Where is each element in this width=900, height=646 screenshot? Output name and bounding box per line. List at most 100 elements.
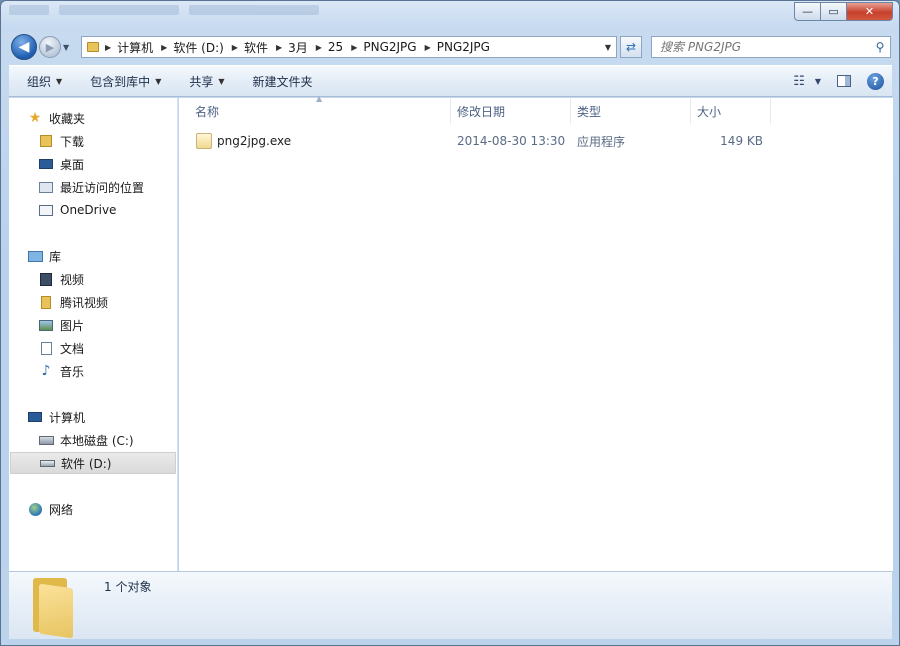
breadcrumb-drive-d[interactable]: 软件 (D:) — [169, 37, 229, 57]
sidebar-item-recent-places[interactable]: 最近访问的位置 — [38, 176, 144, 198]
chevron-right-icon[interactable]: ▶ — [423, 43, 433, 52]
sidebar-label: 下载 — [60, 134, 85, 149]
breadcrumb-png2jpg-parent[interactable]: PNG2JPG — [359, 37, 422, 57]
system-drive-icon — [38, 433, 54, 447]
sidebar-label: 库 — [49, 249, 62, 264]
sidebar-label: 最近访问的位置 — [60, 180, 145, 195]
search-box: ⚲ — [651, 36, 891, 58]
folder-icon — [31, 576, 79, 639]
column-header-name[interactable]: 名称 — [189, 98, 451, 124]
breadcrumb-25[interactable]: 25 — [324, 37, 349, 57]
sidebar-computer[interactable]: 计算机 — [27, 406, 85, 428]
sidebar-favorites[interactable]: ★ 收藏夹 — [27, 107, 85, 129]
chevron-down-icon: ▼ — [56, 76, 63, 86]
sidebar-label: 音乐 — [60, 364, 85, 379]
new-folder-button[interactable]: 新建文件夹 — [235, 66, 323, 96]
application-icon — [196, 133, 212, 149]
file-row[interactable]: png2jpg.exe 2014-08-30 13:30 应用程序 149 KB — [191, 131, 781, 151]
sidebar-item-drive-d[interactable]: 软件 (D:) — [10, 452, 176, 474]
network-globe-icon — [27, 502, 43, 516]
ghost-taskbar-tabs — [9, 5, 319, 19]
sidebar-label: 网络 — [49, 502, 74, 517]
breadcrumb-march[interactable]: 3月 — [284, 37, 314, 57]
star-icon: ★ — [28, 110, 42, 126]
window-controls: — ▭ ✕ — [794, 2, 893, 21]
sidebar-item-pictures[interactable]: 图片 — [38, 314, 84, 336]
chevron-right-icon[interactable]: ▶ — [159, 43, 169, 52]
sidebar-item-tencent-video[interactable]: 腾讯视频 — [38, 291, 108, 313]
organize-label: 组织 — [27, 74, 52, 89]
navigation-row: ◀ ▶ ▼ ▶ 计算机 ▶ 软件 (D:) ▶ 软件 ▶ 3月 ▶ 25 ▶ P… — [1, 31, 899, 63]
chevron-right-icon[interactable]: ▶ — [230, 43, 240, 52]
search-icon[interactable]: ⚲ — [870, 40, 890, 54]
item-count: 1 个对象 — [104, 580, 152, 594]
column-label: 修改日期 — [457, 104, 506, 119]
share-menu[interactable]: 共享 ▼ — [171, 66, 234, 96]
forward-button[interactable]: ▶ — [39, 36, 61, 58]
video-icon — [38, 272, 54, 286]
include-library-menu[interactable]: 包含到库中 ▼ — [72, 66, 171, 96]
file-type: 应用程序 — [577, 134, 626, 149]
navigation-pane: ★ 收藏夹 下载 桌面 最近访问的位置 OneDrive 库 视频 腾讯视频 图… — [9, 98, 178, 571]
chevron-right-icon[interactable]: ▶ — [314, 43, 324, 52]
sidebar-item-music[interactable]: ♪ 音乐 — [38, 360, 84, 382]
column-header-type[interactable]: 类型 — [571, 98, 691, 124]
details-pane: 1 个对象 — [9, 571, 892, 639]
chevron-right-icon[interactable]: ▶ — [274, 43, 284, 52]
minimize-button[interactable]: — — [794, 2, 821, 21]
recent-places-icon — [38, 180, 54, 194]
file-name: png2jpg.exe — [217, 134, 292, 148]
history-dropdown-icon[interactable]: ▼ — [63, 43, 69, 52]
chevron-down-icon: ▼ — [218, 76, 225, 86]
sidebar-label: 计算机 — [49, 410, 86, 425]
breadcrumb-software[interactable]: 软件 — [240, 37, 274, 57]
refresh-button[interactable]: ⇄ — [620, 36, 642, 58]
sidebar-item-documents[interactable]: 文档 — [38, 337, 84, 359]
address-bar[interactable]: ▶ 计算机 ▶ 软件 (D:) ▶ 软件 ▶ 3月 ▶ 25 ▶ PNG2JPG… — [81, 36, 617, 58]
sidebar-libraries[interactable]: 库 — [27, 245, 61, 267]
help-button[interactable]: ? — [859, 66, 892, 96]
computer-icon — [27, 410, 43, 424]
title-bar[interactable]: — ▭ ✕ — [1, 1, 899, 31]
sidebar-item-desktop[interactable]: 桌面 — [38, 153, 84, 175]
view-list-icon: ☷ — [793, 73, 805, 89]
command-toolbar: 组织 ▼ 包含到库中 ▼ 共享 ▼ 新建文件夹 ☷ ▼ ? — [9, 65, 892, 97]
sidebar-label: 收藏夹 — [49, 111, 86, 126]
chevron-right-icon[interactable]: ▶ — [103, 43, 113, 52]
explorer-window: — ▭ ✕ ◀ ▶ ▼ ▶ 计算机 ▶ 软件 (D:) ▶ 软件 ▶ 3月 ▶ … — [0, 0, 900, 646]
breadcrumb-computer[interactable]: 计算机 — [113, 37, 159, 57]
column-header-modified[interactable]: 修改日期 — [451, 98, 571, 124]
organize-menu[interactable]: 组织 ▼ — [9, 66, 72, 96]
sidebar-network[interactable]: 网络 — [27, 498, 73, 520]
preview-pane-button[interactable] — [829, 66, 859, 96]
desktop-icon — [38, 157, 54, 171]
sidebar-label: 文档 — [60, 341, 85, 356]
sidebar-label: 桌面 — [60, 157, 85, 172]
sidebar-label: 腾讯视频 — [60, 295, 109, 310]
column-header-size[interactable]: 大小 — [691, 98, 771, 124]
help-icon: ? — [867, 72, 884, 90]
address-dropdown-icon[interactable]: ▼ — [600, 43, 616, 52]
file-list-pane: ▲ 名称 修改日期 类型 大小 png2jpg.exe 2014-08-30 1… — [179, 94, 893, 571]
close-button[interactable]: ✕ — [847, 2, 893, 21]
sidebar-label: 图片 — [60, 318, 85, 333]
sidebar-item-videos[interactable]: 视频 — [38, 268, 84, 290]
toolbar-right: ☷ ▼ ? — [785, 66, 892, 96]
file-modified-cell: 2014-08-30 13:30 — [457, 131, 577, 151]
search-input[interactable] — [660, 40, 870, 54]
file-size: 149 KB — [720, 134, 763, 148]
folder-icon — [38, 295, 54, 309]
new-folder-label: 新建文件夹 — [252, 74, 313, 89]
chevron-right-icon[interactable]: ▶ — [349, 43, 359, 52]
chevron-down-icon: ▼ — [814, 76, 821, 86]
maximize-button[interactable]: ▭ — [821, 2, 847, 21]
breadcrumb-png2jpg-current[interactable]: PNG2JPG — [433, 37, 496, 57]
view-options-button[interactable]: ☷ ▼ — [785, 66, 829, 96]
column-label: 类型 — [577, 104, 602, 119]
sidebar-item-downloads[interactable]: 下载 — [38, 130, 84, 152]
sidebar-item-onedrive[interactable]: OneDrive — [38, 199, 116, 221]
sidebar-item-drive-c[interactable]: 本地磁盘 (C:) — [38, 429, 134, 451]
music-note-icon: ♪ — [41, 363, 51, 379]
back-arrow-icon: ◀ — [18, 39, 30, 55]
back-button[interactable]: ◀ — [11, 34, 37, 60]
